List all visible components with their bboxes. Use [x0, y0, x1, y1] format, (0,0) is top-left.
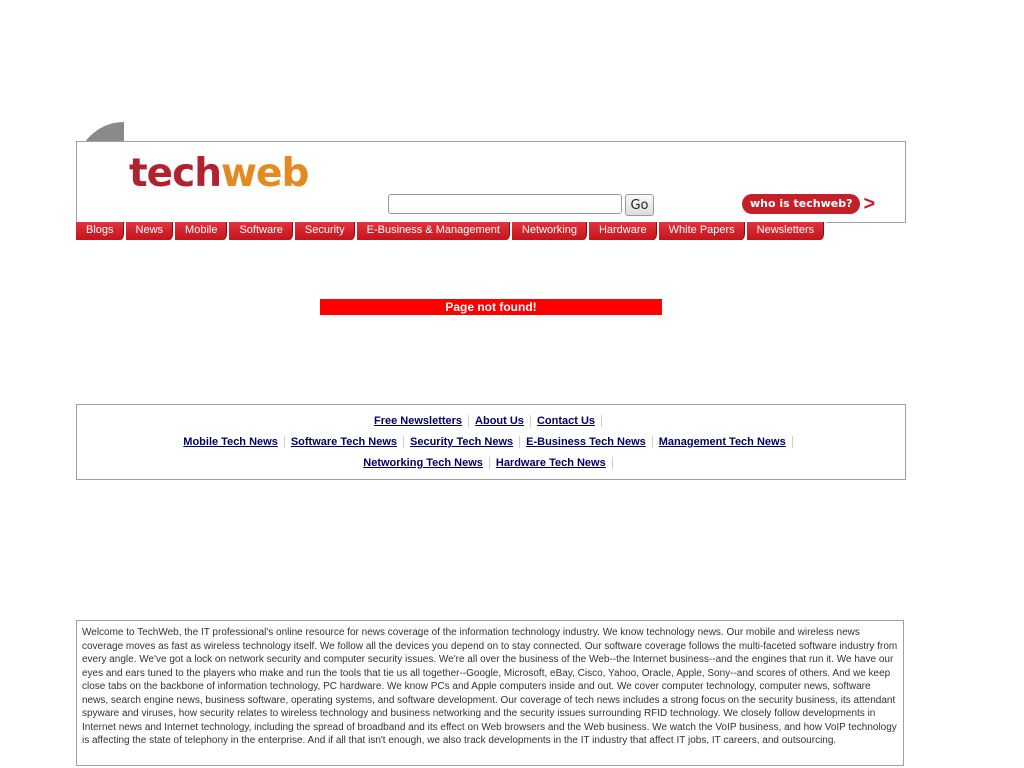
- footer-links: Free Newsletters About Us Contact Us Mobil…: [76, 404, 906, 480]
- main-nav: Blogs News Mobile Software Security E-Bu…: [76, 222, 827, 240]
- logo-swoosh: [76, 122, 124, 142]
- nav-tab-news[interactable]: News: [125, 222, 176, 240]
- footer-links-row: Free Newsletters About Us Contact Us: [77, 415, 905, 428]
- divider: [791, 436, 793, 449]
- logo-tech: tech: [129, 151, 222, 196]
- nav-tab-ebusiness-management[interactable]: E-Business & Management: [356, 222, 512, 240]
- divider: [519, 436, 521, 449]
- footer-links-row: Mobile Tech News Software Tech News Securi…: [77, 436, 905, 449]
- networking-tech-news-link[interactable]: Networking Tech News: [363, 457, 483, 469]
- header: techweb Go who is techweb? >: [76, 141, 906, 223]
- mobile-tech-news-link[interactable]: Mobile Tech News: [183, 436, 278, 448]
- contact-us-link[interactable]: Contact Us: [537, 415, 595, 427]
- divider: [488, 457, 490, 470]
- nav-tab-blogs[interactable]: Blogs: [76, 222, 126, 240]
- techweb-logo[interactable]: techweb: [129, 150, 309, 198]
- about-us-link[interactable]: About Us: [475, 415, 524, 427]
- arrow-right-icon: >: [863, 193, 876, 215]
- divider: [468, 415, 470, 428]
- divider: [529, 415, 531, 428]
- divider: [601, 415, 602, 428]
- ebusiness-tech-news-link[interactable]: E-Business Tech News: [526, 436, 646, 448]
- nav-tab-networking[interactable]: Networking: [511, 222, 589, 240]
- who-is-techweb-button[interactable]: who is techweb? >: [742, 194, 875, 214]
- hardware-tech-news-link[interactable]: Hardware Tech News: [496, 457, 606, 469]
- divider: [283, 436, 285, 449]
- security-tech-news-link[interactable]: Security Tech News: [410, 436, 513, 448]
- about-text: Welcome to TechWeb, the IT professional'…: [82, 627, 898, 746]
- divider: [651, 436, 653, 449]
- management-tech-news-link[interactable]: Management Tech News: [659, 436, 786, 448]
- free-newsletters-link[interactable]: Free Newsletters: [374, 415, 462, 427]
- nav-tab-hardware[interactable]: Hardware: [588, 222, 659, 240]
- software-tech-news-link[interactable]: Software Tech News: [291, 436, 397, 448]
- search-input[interactable]: [388, 194, 622, 214]
- divider: [611, 457, 613, 470]
- about-techweb: Welcome to TechWeb, the IT professional'…: [76, 620, 904, 766]
- page-not-found-banner: Page not found!: [320, 299, 662, 315]
- nav-tab-newsletters[interactable]: Newsletters: [746, 222, 827, 240]
- go-button[interactable]: Go: [625, 194, 654, 216]
- nav-tab-mobile[interactable]: Mobile: [175, 222, 230, 240]
- nav-tab-software[interactable]: Software: [229, 222, 295, 240]
- divider: [403, 436, 404, 449]
- nav-tab-security[interactable]: Security: [294, 222, 357, 240]
- logo-web: web: [220, 151, 309, 196]
- footer-links-row: Networking Tech News Hardware Tech News: [77, 457, 905, 470]
- who-is-techweb-label: who is techweb?: [742, 194, 861, 214]
- nav-tab-white-papers[interactable]: White Papers: [658, 222, 747, 240]
